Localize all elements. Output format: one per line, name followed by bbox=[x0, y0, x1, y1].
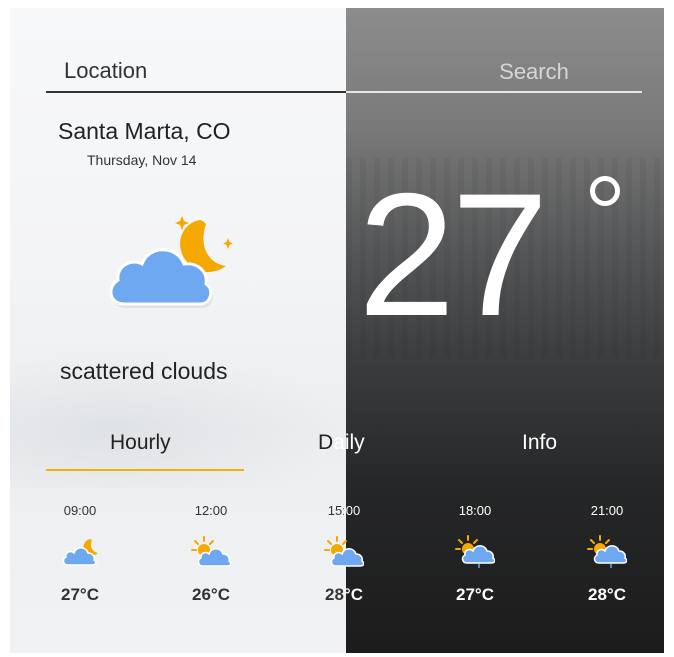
hourly-temp: 27°C bbox=[456, 585, 494, 604]
tab-daily[interactable]: Daily bbox=[318, 431, 365, 455]
hourly-item: 21:00 28°C bbox=[567, 503, 647, 605]
cloud-moon-icon bbox=[60, 535, 100, 569]
hourly-item: 15:00 28°C bbox=[304, 503, 384, 605]
hourly-temp: 28°C bbox=[588, 585, 626, 604]
search-underline bbox=[346, 91, 642, 93]
city-name: Santa Marta, CO bbox=[58, 118, 231, 144]
hourly-temp: 26°C bbox=[192, 585, 230, 604]
cloud-sun-rain-icon bbox=[587, 535, 628, 569]
hourly-time: 21:00 bbox=[590, 503, 624, 518]
active-tab-indicator bbox=[46, 469, 244, 471]
hourly-item: 09:00 27°C bbox=[40, 503, 120, 605]
location-label: Location bbox=[64, 58, 148, 83]
hourly-time: 09:00 bbox=[63, 503, 97, 518]
tab-daily-label-right: aily bbox=[333, 431, 365, 454]
hourly-time: 18:00 bbox=[458, 503, 492, 518]
degree-symbol bbox=[590, 176, 620, 206]
location-underline bbox=[46, 91, 346, 93]
weather-app: Location Santa Marta, CO Thursday, Nov 1… bbox=[10, 8, 664, 653]
cloud-sun-icon bbox=[324, 535, 365, 569]
current-date: Thursday, Nov 14 bbox=[87, 152, 197, 168]
hourly-temp: 27°C bbox=[61, 585, 99, 604]
hourly-time: 12:00 bbox=[194, 503, 228, 518]
cloud-moon-icon bbox=[102, 208, 240, 318]
weather-description: scattered clouds bbox=[60, 358, 228, 384]
cloud-sun-icon bbox=[191, 535, 232, 569]
hourly-item: 12:00 26°C bbox=[171, 503, 251, 605]
tab-info[interactable]: Info bbox=[522, 431, 557, 455]
cloud-sun-rain-icon bbox=[455, 535, 496, 569]
tab-hourly[interactable]: Hourly bbox=[110, 431, 171, 455]
hourly-item: 18:00 27°C bbox=[435, 503, 515, 605]
tab-daily-label-left: D bbox=[318, 431, 334, 454]
hourly-temp: 28°C bbox=[304, 585, 384, 605]
hourly-time: 15:00 bbox=[304, 503, 384, 519]
search-input[interactable] bbox=[346, 56, 642, 88]
current-temperature: 27 bbox=[358, 158, 549, 353]
